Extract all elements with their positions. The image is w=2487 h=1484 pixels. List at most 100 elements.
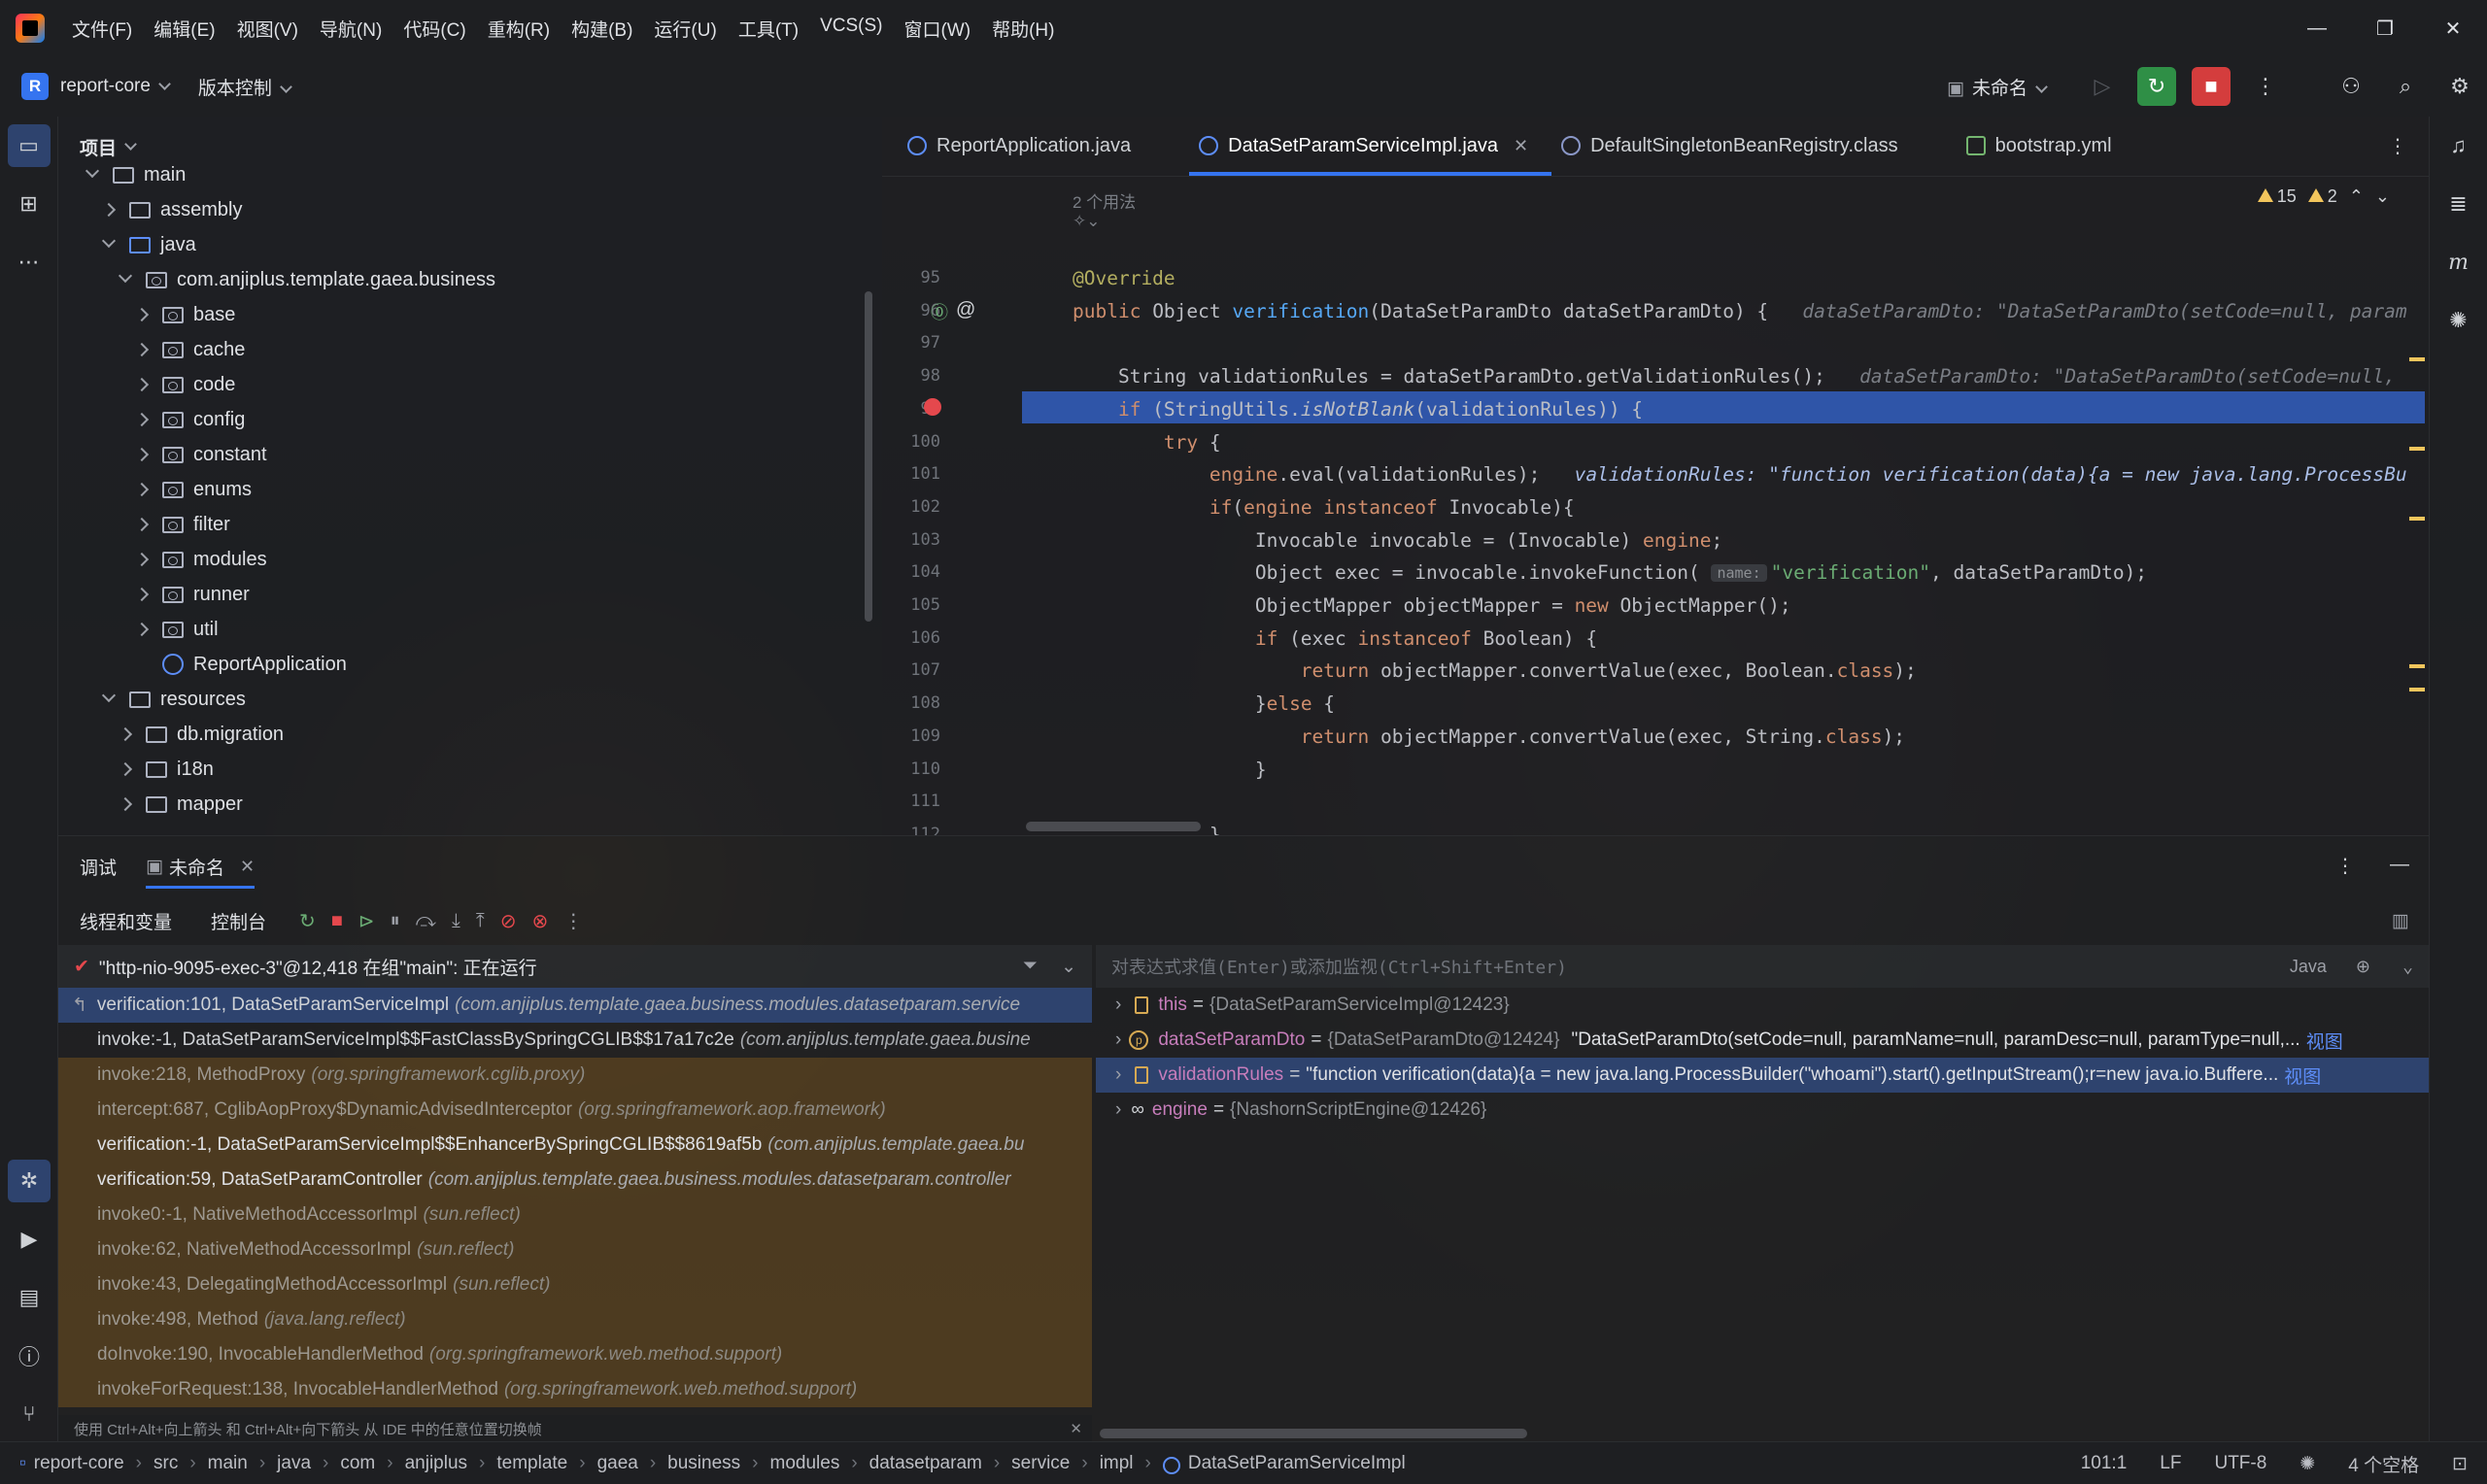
editor-tab[interactable]: DataSetParamServiceImpl.java ✕ <box>1189 116 1552 176</box>
step-over-icon[interactable]: ⤼ <box>416 910 436 932</box>
code-line[interactable]: Invocable invocable = (Invocable) engine… <box>1073 524 1722 556</box>
line-number[interactable]: 107 <box>882 655 940 687</box>
indent-setting[interactable]: 4 个空格 <box>2348 1451 2419 1477</box>
caret-position[interactable]: 101:1 <box>2081 1453 2128 1474</box>
stack-frame[interactable]: intercept:687, CglibAopProxy$DynamicAdvi… <box>58 1093 1092 1128</box>
view-breakpoints-icon[interactable]: ⊘ <box>500 909 517 933</box>
chevron-right-icon[interactable] <box>134 622 150 637</box>
structure-icon[interactable]: ⊞ <box>8 183 51 225</box>
breadcrumb-item[interactable]: impl <box>1100 1453 1134 1474</box>
close-icon[interactable]: ✕ <box>1514 136 1528 156</box>
usages-hint[interactable]: 2 个用法 <box>1073 188 1136 213</box>
breakpoint-icon[interactable] <box>924 398 941 416</box>
line-number[interactable]: 105 <box>882 590 940 622</box>
chevron-right-icon[interactable] <box>118 761 133 777</box>
tab-console[interactable]: 控制台 <box>211 908 266 934</box>
maximize-icon[interactable]: ❐ <box>2351 0 2419 56</box>
menu-item[interactable]: 文件(F) <box>72 16 132 42</box>
line-number[interactable]: 102 <box>882 491 940 523</box>
view-link[interactable]: 视图 <box>2284 1062 2321 1089</box>
code-line[interactable]: if (StringUtils. isNotBlank (validationRul… <box>1073 393 1643 425</box>
menu-item[interactable]: 重构(R) <box>488 16 550 42</box>
tree-node[interactable]: base <box>134 297 235 332</box>
chevron-right-icon[interactable] <box>134 377 150 392</box>
more-horizontal-icon[interactable]: ⋯ <box>8 241 51 284</box>
error-stripe-mark[interactable] <box>2409 447 2425 451</box>
more-vertical-icon[interactable]: ⋮ <box>2335 854 2355 878</box>
tree-node[interactable]: code <box>134 367 235 402</box>
stack-frame[interactable]: invoke:43, DelegatingMethodAccessorImpl(… <box>58 1267 1092 1302</box>
editor-horizontal-scrollbar[interactable] <box>1026 822 1201 831</box>
evaluate-expression-input[interactable]: 对表达式求值(Enter)或添加监视(Ctrl+Shift+Enter) Jav… <box>1096 945 2429 988</box>
more-vertical-icon[interactable]: ⋮ <box>2388 116 2407 176</box>
close-icon[interactable]: ✕ <box>1070 1420 1082 1437</box>
chevron-down-icon[interactable]: ⌄ <box>2402 957 2413 977</box>
chevron-right-icon[interactable] <box>118 796 133 812</box>
code-line[interactable]: return objectMapper.convertValue(exec, S… <box>1073 721 1905 753</box>
menu-item[interactable]: 代码(C) <box>403 16 465 42</box>
menu-item[interactable]: 窗口(W) <box>903 16 971 42</box>
debug-bug-icon[interactable]: ✲ <box>8 1160 51 1202</box>
breadcrumb-item[interactable]: java <box>277 1453 311 1474</box>
tree-node[interactable]: java <box>101 227 196 262</box>
services-run-icon[interactable]: ▶ <box>8 1218 51 1261</box>
code-line[interactable]: if(engine instanceof Invocable){ <box>1073 491 1575 523</box>
tree-node[interactable]: ReportApplication <box>137 647 347 682</box>
code-line[interactable]: try { <box>1073 426 1221 458</box>
rerun-debug-icon[interactable]: ↻ <box>2137 67 2176 106</box>
thread-selector[interactable]: ✔ "http-nio-9095-exec-3"@12,418 在组"main"… <box>58 945 1092 988</box>
line-number[interactable]: 106 <box>882 623 940 655</box>
breadcrumb-item[interactable]: main <box>208 1453 248 1474</box>
stack-frame[interactable]: ↰ verification:101, DataSetParamServiceIm… <box>58 988 1092 1023</box>
settings-gear-icon[interactable]: ⚙ <box>2440 67 2479 106</box>
run-config-selector[interactable]: ▣ 未命名 <box>1947 74 2048 100</box>
code-line[interactable]: engine .eval(validationRules); validation… <box>1073 458 2407 490</box>
step-into-icon[interactable]: ⤓ <box>452 910 460 932</box>
breadcrumb-item[interactable]: DataSetParamServiceImpl <box>1188 1453 1406 1474</box>
database-icon[interactable]: ≣ <box>2437 183 2480 225</box>
eval-lang-selector[interactable]: Java ⊕ <box>2290 957 2370 977</box>
code-line[interactable]: } <box>1073 754 1267 786</box>
chevron-down-icon[interactable] <box>101 688 117 703</box>
rerun-icon[interactable]: ↻ <box>299 909 316 933</box>
chevron-right-icon[interactable] <box>134 447 150 462</box>
menu-item[interactable]: 帮助(H) <box>992 16 1054 42</box>
error-stripe-mark[interactable] <box>2409 664 2425 668</box>
filter-icon[interactable]: ⏷ <box>1023 956 1038 978</box>
stack-frame[interactable]: verification:59, DataSetParamController(… <box>58 1163 1092 1197</box>
variable-row[interactable]: › this = {DataSetParamServiceImpl@12423} <box>1096 988 2429 1023</box>
view-link[interactable]: 视图 <box>2306 1028 2343 1054</box>
project-tree-scrollbar[interactable] <box>865 291 872 622</box>
chevron-right-icon[interactable]: › <box>1115 995 1121 1016</box>
line-number[interactable]: 108 <box>882 688 940 720</box>
project-selector[interactable]: report-core <box>60 76 171 97</box>
error-stripe-mark[interactable] <box>2409 357 2425 361</box>
line-number[interactable]: 95 <box>882 262 940 294</box>
line-number[interactable]: 110 <box>882 754 940 786</box>
code-line[interactable]: return objectMapper.convertValue(exec, B… <box>1073 655 1917 687</box>
chevron-right-icon[interactable] <box>134 517 150 532</box>
code-line[interactable]: } else { <box>1073 688 1335 720</box>
editor-tab[interactable]: bootstrap.yml <box>1957 116 2170 176</box>
ai-sparkle-icon[interactable]: ✧⌄ <box>1073 212 1101 231</box>
tree-node[interactable]: config <box>134 402 245 437</box>
notifications-bell-icon[interactable]: ♫ <box>2437 124 2480 167</box>
add-watch-icon[interactable]: ⊕ <box>2356 957 2370 977</box>
tree-node[interactable]: util <box>134 612 219 647</box>
menu-item[interactable]: 工具(T) <box>738 16 799 42</box>
hide-panel-icon[interactable]: — <box>2390 854 2409 878</box>
stop-icon[interactable]: ■ <box>2192 67 2231 106</box>
line-number[interactable]: 112 <box>882 819 940 835</box>
stack-frame[interactable]: invoke:62, NativeMethodAccessorImpl (sun.… <box>58 1232 1092 1267</box>
tab-threads-variables[interactable]: 线程和变量 <box>80 896 172 945</box>
chevron-down-icon[interactable] <box>85 163 100 179</box>
code-line[interactable]: public Object verification (DataSetParamD… <box>1073 295 2407 327</box>
problems-icon[interactable]: ⓘ <box>8 1334 51 1377</box>
error-stripe-mark[interactable] <box>2409 517 2425 521</box>
tab-debug-session[interactable]: ▣ 未命名 ✕ <box>146 836 256 896</box>
breadcrumb-item[interactable]: datasetparam <box>869 1453 982 1474</box>
code-line[interactable]: if (exec instanceof Boolean) { <box>1073 623 1597 655</box>
chevron-right-icon[interactable] <box>134 552 150 567</box>
tree-node[interactable]: resources <box>101 682 246 717</box>
stack-frame[interactable]: verification:-1, DataSetParamServiceImpl… <box>58 1128 1092 1163</box>
